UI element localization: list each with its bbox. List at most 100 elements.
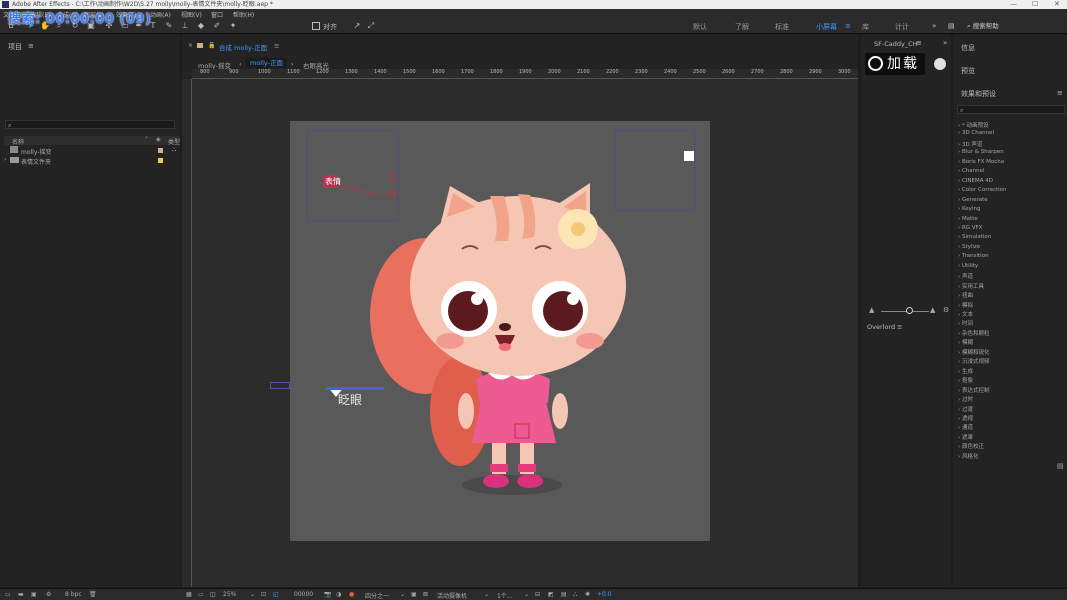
camera-select[interactable]: 活动摄像机 — [437, 591, 467, 600]
channel-icon[interactable]: ● — [349, 591, 354, 598]
panel-menu-icon[interactable]: ≡ — [28, 42, 34, 50]
thumbnail-size-slider[interactable] — [881, 311, 929, 312]
effects-category-item[interactable]: › Matte — [958, 216, 978, 222]
caddy-menu-icon[interactable] — [934, 58, 946, 70]
fast-preview-icon[interactable]: ◩ — [548, 591, 554, 598]
align-checkbox[interactable] — [312, 22, 320, 30]
project-settings-icon[interactable]: ⚙ — [46, 591, 51, 598]
share-icon[interactable]: ▤ — [948, 22, 955, 30]
sort-icon[interactable]: ⌃ — [144, 136, 149, 143]
workspace-learn[interactable]: 了解 — [735, 22, 749, 32]
slider-track-handle[interactable] — [270, 382, 290, 389]
expand-arrow-icon[interactable]: › — [4, 156, 6, 163]
panel-menu-icon[interactable]: ≡ — [897, 323, 902, 331]
minimize-button[interactable]: — — [1010, 0, 1017, 9]
effects-category-item[interactable]: › CINEMA 4D — [958, 178, 993, 184]
effects-category-item[interactable]: › 时间 — [958, 319, 973, 327]
search-help[interactable]: ⌕ 搜索帮助 — [967, 21, 1063, 31]
workspace-library[interactable]: 库 — [862, 22, 869, 32]
composition-tab-title[interactable]: 合成 molly-正面 — [219, 42, 267, 52]
workspace-extra[interactable]: 计计 — [895, 22, 909, 32]
composition-viewer[interactable]: 表情 眨眼 — [192, 79, 858, 587]
brush-tool-icon[interactable]: ✎ — [164, 21, 174, 31]
panel-menu-icon[interactable]: ≡ — [916, 39, 922, 47]
effects-category-item[interactable]: › 声道 — [958, 272, 973, 280]
effects-category-item[interactable]: › Generate — [958, 197, 988, 203]
list-item[interactable]: molly-摇变 ⛬ — [4, 146, 180, 156]
effects-category-item[interactable]: › 文本 — [958, 310, 973, 318]
label-color-swatch[interactable] — [158, 158, 163, 163]
exposure-icon[interactable]: ✺ — [585, 591, 590, 598]
puppet-tool-icon[interactable]: ✦ — [228, 21, 238, 31]
effects-category-item[interactable]: › 扭曲 — [958, 291, 973, 299]
trash-icon[interactable]: 🗑 — [89, 591, 97, 598]
views-select[interactable]: 1个... — [497, 591, 513, 600]
effects-category-item[interactable]: › * 动画预设 — [958, 121, 988, 129]
list-item[interactable]: › 表情文件夹 — [4, 156, 180, 166]
resolution-select[interactable]: 四分之一 — [365, 591, 389, 600]
effects-category-item[interactable]: › 通道 — [958, 423, 973, 431]
composition-canvas[interactable]: 表情 眨眼 — [270, 121, 710, 541]
always-preview-icon[interactable]: ▦ — [186, 591, 192, 598]
close-tab-icon[interactable]: × — [188, 42, 193, 49]
effects-category-item[interactable]: › 实用工具 — [958, 282, 984, 290]
snapshot-icon[interactable]: 📷 — [324, 591, 331, 598]
effects-category-item[interactable]: › Utility — [958, 263, 978, 269]
new-folder-icon[interactable]: ▬ — [18, 591, 24, 598]
effects-category-item[interactable]: › 模拟 — [958, 301, 973, 309]
effects-category-item[interactable]: › 颜色校正 — [958, 442, 984, 450]
effects-category-item[interactable]: › 模糊 — [958, 338, 973, 346]
clone-tool-icon[interactable]: ⊥ — [180, 21, 190, 31]
close-button[interactable]: ✕ — [1054, 0, 1060, 9]
effects-category-item[interactable]: › 过时 — [958, 395, 973, 403]
current-time[interactable]: 00000 — [294, 591, 313, 598]
effects-category-item[interactable]: › 生成 — [958, 367, 973, 375]
flowchart-icon[interactable]: ⛬ — [573, 591, 577, 599]
effects-category-item[interactable]: › Channel — [958, 168, 985, 174]
dropdown-arrow-icon[interactable]: ⌄ — [400, 591, 405, 598]
effects-category-item[interactable]: › 3D Channel — [958, 130, 994, 136]
effects-category-item[interactable]: › RG VFX — [958, 225, 982, 231]
search-help-input[interactable]: 搜索帮助 — [973, 22, 999, 30]
timeline-icon[interactable]: ▤ — [561, 591, 567, 598]
preview-panel-title[interactable]: 预览 — [961, 66, 975, 76]
workspace-default[interactable]: 默认 — [693, 22, 707, 32]
label-color-swatch[interactable] — [158, 148, 163, 153]
effects-category-item[interactable]: › Stylize — [958, 244, 980, 250]
workspace-menu-icon[interactable]: ≡ — [845, 22, 851, 30]
effects-category-item[interactable]: › Simulation — [958, 234, 991, 240]
roto-tool-icon[interactable]: ✐ — [212, 21, 222, 31]
fit-icon[interactable]: ⊡ — [261, 591, 266, 598]
thumbnail-size-slider-knob[interactable] — [906, 307, 913, 314]
effects-category-item[interactable]: › 过渡 — [958, 405, 973, 413]
effects-category-item[interactable]: › 抠像 — [958, 376, 973, 384]
effects-category-item[interactable]: › Boris FX Mocha — [958, 159, 1004, 165]
effects-category-item[interactable]: › Color Correction — [958, 187, 1007, 193]
dropdown-arrow-icon[interactable]: ⌄ — [250, 591, 255, 598]
zoom-level[interactable]: 25% — [223, 591, 236, 598]
project-search-input[interactable]: ⌕ — [5, 120, 175, 129]
effects-category-item[interactable]: › 表达式控制 — [958, 386, 989, 394]
interpret-footage-icon[interactable]: ▭ — [5, 591, 11, 598]
region-icon[interactable]: ▣ — [411, 591, 417, 598]
bit-depth-label[interactable]: 8 bpc — [65, 591, 82, 598]
label-icon[interactable]: ◈ — [156, 136, 161, 143]
more-panels-icon[interactable]: » — [943, 39, 947, 47]
tab-menu-icon[interactable]: ≡ — [274, 42, 279, 50]
effects-search-input[interactable]: ⌕ — [957, 105, 1065, 114]
workspace-standard[interactable]: 标准 — [775, 22, 789, 32]
grid-icon[interactable]: ◱ — [273, 591, 279, 598]
effects-category-item[interactable]: › Keying — [958, 206, 980, 212]
toggle-pixel-icon[interactable]: ⊟ — [535, 591, 540, 598]
monitor-icon[interactable]: ▭ — [198, 591, 204, 598]
column-type[interactable]: 类型 — [168, 137, 180, 146]
snap-icon[interactable]: ↗ — [352, 21, 362, 31]
workspace-small-screen[interactable]: 小屏幕 — [816, 22, 837, 32]
effects-category-item[interactable]: › Transition — [958, 253, 989, 259]
effects-category-item[interactable]: › 沉浸式视频 — [958, 357, 989, 365]
effects-category-item[interactable]: › 透视 — [958, 414, 973, 422]
new-composition-icon[interactable]: ▣ — [31, 591, 37, 598]
settings-icon[interactable]: ⚙ — [943, 306, 949, 314]
expand-icon[interactable]: ⤢ — [366, 21, 376, 31]
caddy-tab-title[interactable]: SF-Caddy_CH — [874, 40, 918, 48]
